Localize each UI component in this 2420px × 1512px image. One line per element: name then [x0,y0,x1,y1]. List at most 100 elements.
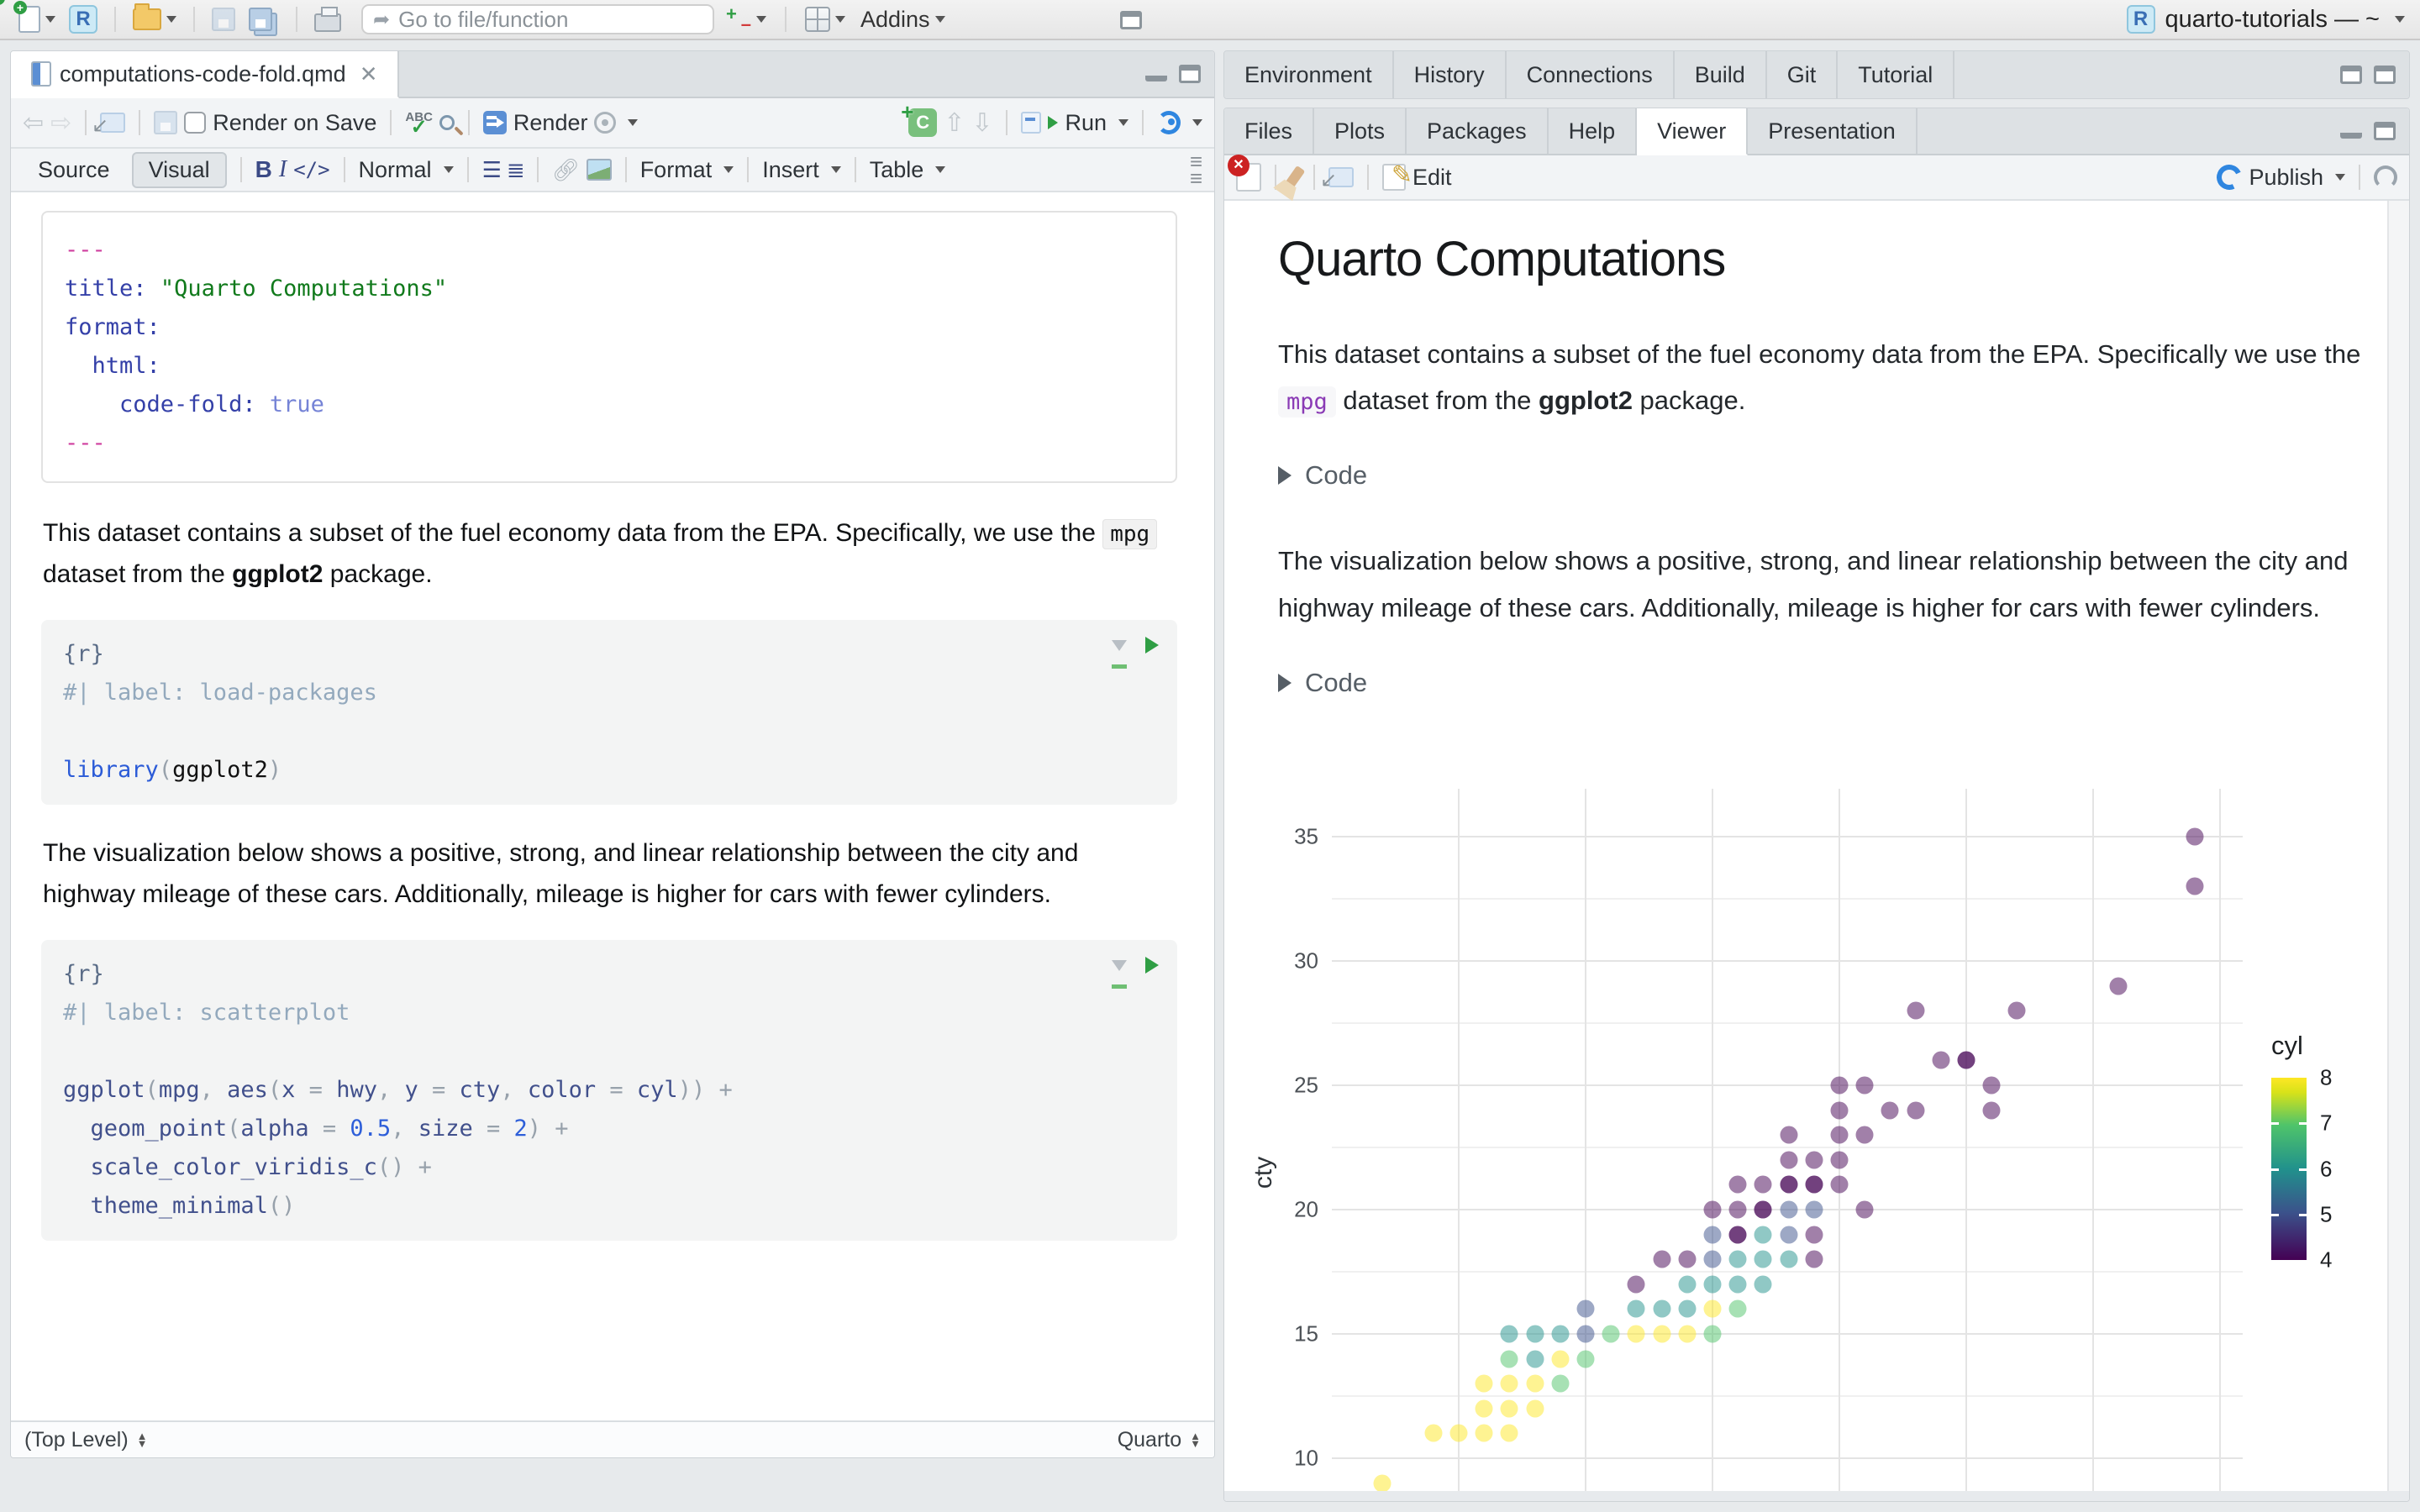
refresh-icon[interactable] [2374,165,2397,189]
close-icon[interactable]: ✕ [360,61,378,87]
chevron-down-icon [1118,119,1128,126]
code-fold-toggle-1[interactable]: Code [1278,460,2370,491]
gear-icon[interactable] [594,112,617,134]
clear-viewer-icon[interactable] [1228,155,1261,192]
restore-pane-icon[interactable] [2340,66,2362,84]
visual-mode-button[interactable]: Visual [131,151,227,188]
viewer-content[interactable]: 10 15 20 25 30 35 cty cyl 8 7 6 5 4 Quarto Computati… [1224,201,2409,1491]
format-menu[interactable]: Format [640,157,713,183]
open-file-button[interactable] [129,3,180,32]
run-chunks-above-icon[interactable] [1112,639,1127,669]
code-fold-toggle-2[interactable]: Code [1278,668,2370,698]
tab-presentation[interactable]: Presentation [1748,108,1918,154]
save-icon[interactable] [154,111,178,134]
run-button-label[interactable]: Run [1065,110,1107,136]
code-format-button[interactable]: </> [293,158,329,181]
minimize-pane-icon[interactable] [1145,66,1167,81]
tab-computations-code-fold[interactable]: computations-code-fold.qmd ✕ [11,51,400,98]
tab-git[interactable]: Git [1767,51,1839,98]
run-chunk-icon[interactable] [1145,957,1159,974]
render-button-label[interactable]: Render [513,110,588,136]
open-in-new-window-icon[interactable] [1328,167,1354,187]
data-point [1780,1200,1798,1219]
project-menu[interactable]: R quarto-tutorials — ~ [2126,5,2405,34]
code-line: --- [65,430,106,456]
maximize-pane-icon[interactable] [1179,65,1201,83]
numbered-list-icon[interactable]: ≣ [507,157,525,183]
next-chunk-icon[interactable]: ⇩ [971,108,992,138]
main-toolbar: + R+ ➦ Go to file/function Addins R quar… [0,0,2420,40]
data-point [1526,1350,1544,1368]
y-tick-label: 30 [1294,948,1318,974]
render-icon[interactable] [482,111,507,134]
back-icon[interactable]: ⇦ [23,108,44,138]
edit-button-label[interactable]: Edit [1413,165,1452,191]
insert-menu[interactable]: Insert [762,157,819,183]
separator [854,157,856,182]
link-icon[interactable]: 🔗︎ [552,157,580,183]
tab-build[interactable]: Build [1675,51,1767,98]
editor-paragraph-1[interactable]: This dataset contains a subset of the fu… [43,513,1176,595]
print-button[interactable] [311,5,345,34]
editor-content[interactable]: --- title: "Quarto Computations" format: h… [11,192,1214,1420]
maximize-pane-icon[interactable] [2374,122,2396,140]
panes-layout-button[interactable] [802,5,849,34]
new-file-button[interactable]: + [13,1,59,34]
tab-packages[interactable]: Packages [1407,108,1549,154]
spellcheck-icon[interactable]: ABC ✓ [405,111,433,138]
image-icon[interactable] [586,159,612,181]
italic-button[interactable]: I [279,156,287,183]
tab-help[interactable]: Help [1549,108,1638,154]
outline-toggle-icon[interactable]: ≡ ≡ [1190,150,1202,189]
yaml-front-matter[interactable]: --- title: "Quarto Computations" format: h… [41,211,1177,483]
table-menu[interactable]: Table [870,157,924,183]
run-chunk-icon[interactable] [1145,637,1159,654]
legend-tick-mark [2271,1213,2279,1216]
y-axis-title: cty [1249,1156,1278,1189]
goto-file-function-input[interactable]: ➦ Go to file/function [361,4,714,34]
code-chunk-scatterplot[interactable]: {r} #| label: scatterplot ggplot(mpg, aes… [41,940,1177,1242]
previous-chunk-icon[interactable]: ⇧ [944,108,965,138]
separator [747,157,750,182]
bullet-list-icon[interactable]: ☰ [482,157,502,183]
search-icon[interactable] [439,115,455,130]
save-button[interactable] [208,6,239,33]
source-rerun-icon[interactable] [1157,111,1181,134]
tab-tutorial[interactable]: Tutorial [1838,51,1955,98]
code-line: {r} [63,961,104,988]
bold-button[interactable]: B [255,156,272,183]
popout-editor-icon[interactable] [100,113,126,133]
addins-button[interactable]: Addins [857,5,949,34]
data-point [1576,1325,1595,1343]
broom-icon[interactable] [1284,165,1306,190]
save-all-button[interactable] [245,6,282,33]
maximize-pane-icon[interactable] [2374,66,2396,84]
tab-history[interactable]: History [1394,51,1507,98]
publish-button-label[interactable]: Publish [2249,165,2323,191]
data-point [1932,1051,1950,1069]
data-point [1907,1001,1925,1020]
viewer-scrollbar[interactable] [2387,201,2409,1491]
tab-viewer[interactable]: Viewer [1637,108,1749,155]
gridline-major [1332,836,2243,837]
render-on-save-checkbox[interactable] [184,112,207,134]
restore-pane-icon[interactable] [1120,11,1142,29]
source-mode-button[interactable]: Source [23,154,125,186]
vcs-button[interactable] [723,3,770,35]
tab-connections[interactable]: Connections [1507,51,1675,98]
minimize-pane-icon[interactable] [2340,123,2362,139]
publish-icon[interactable] [2213,160,2246,194]
run-chunks-above-icon[interactable] [1112,959,1127,989]
editor-paragraph-2[interactable]: The visualization below shows a positive… [43,833,1176,915]
tab-files[interactable]: Files [1224,108,1315,154]
insert-chunk-button[interactable]: C [901,99,938,137]
outline-location[interactable]: (Top Level) [24,1428,129,1452]
tab-plots[interactable]: Plots [1314,108,1407,154]
code-chunk-load-packages[interactable]: {r} #| label: load-packages library(ggplo… [41,620,1177,806]
edit-icon[interactable] [1382,160,1413,191]
new-project-button[interactable]: R+ [0,0,101,35]
paragraph-style-select[interactable]: Normal [359,157,432,183]
tab-environment[interactable]: Environment [1224,51,1394,98]
forward-icon[interactable]: ⇨ [50,108,71,138]
document-type[interactable]: Quarto [1118,1428,1181,1452]
